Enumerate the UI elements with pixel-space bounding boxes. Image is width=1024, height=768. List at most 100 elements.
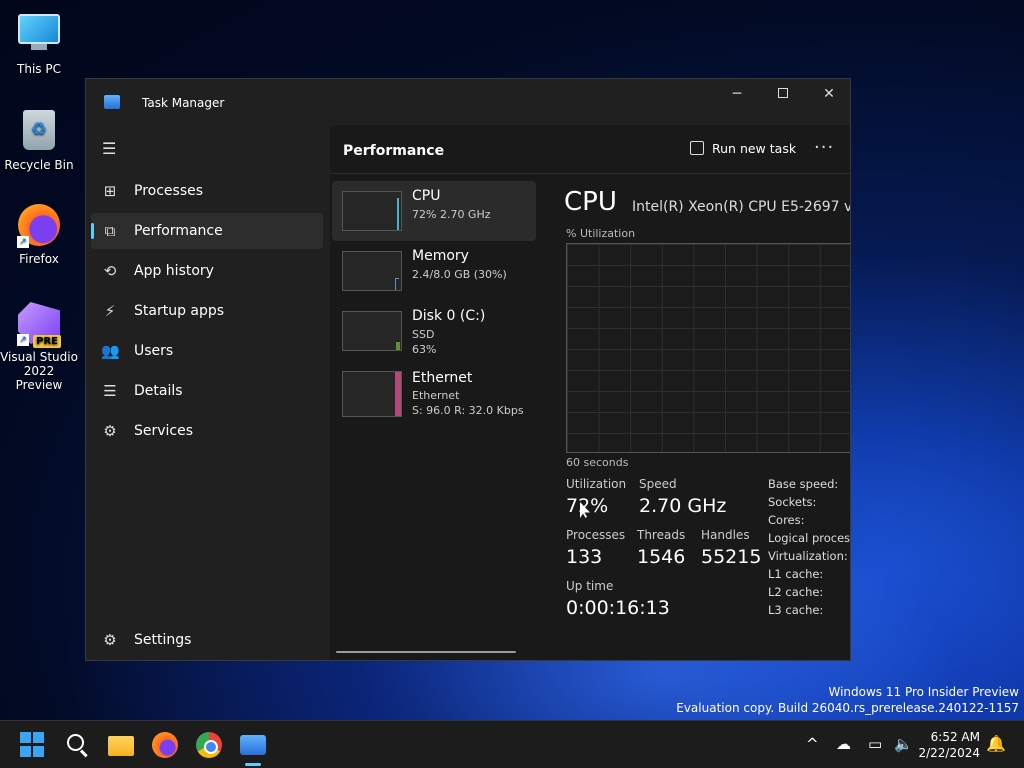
- sidebar-item-label: Performance: [134, 223, 223, 239]
- clock-time: 6:52 AM: [930, 730, 980, 744]
- active-app-indicator: [245, 763, 261, 766]
- perf-item-sub: SSD: [412, 328, 435, 341]
- threads-value: 1546: [637, 546, 686, 568]
- perf-item-name: Memory: [412, 248, 469, 264]
- perf-item-ethernet[interactable]: Ethernet Ethernet S: 96.0 R: 32.0 Kbps: [332, 367, 536, 427]
- perf-item-cpu[interactable]: CPU 72% 2.70 GHz: [332, 181, 536, 241]
- start-button-windows-icon[interactable]: [20, 732, 46, 758]
- visual-studio-icon: PRE ↗: [17, 302, 61, 348]
- speed-label: Speed: [639, 477, 677, 491]
- task-manager-taskbar-icon[interactable]: [240, 735, 266, 755]
- time-axis-label: 60 seconds: [566, 456, 629, 469]
- recycle-bin-icon: [17, 110, 61, 154]
- sidebar-item-label: Processes: [134, 183, 204, 199]
- page-title: Performance: [343, 143, 445, 159]
- onedrive-cloud-icon[interactable]: ☁: [836, 735, 851, 753]
- perf-item-disk[interactable]: Disk 0 (C:) SSD 63%: [332, 301, 536, 361]
- watermark-line-1: Windows 11 Pro Insider Preview: [828, 685, 1019, 699]
- sidebar-item-users[interactable]: 👥 Users: [91, 333, 323, 369]
- performance-icon: ⧉: [104, 222, 116, 240]
- sidebar-item-startup-apps[interactable]: ⚡ Startup apps: [91, 293, 323, 329]
- perf-item-memory[interactable]: Memory 2.4/8.0 GB (30%): [332, 241, 536, 301]
- processes-label: Processes: [566, 528, 626, 542]
- chrome-icon[interactable]: [196, 732, 222, 758]
- spec-base-speed: Base speed:: [768, 477, 839, 491]
- history-icon: ⟲: [103, 262, 117, 280]
- sidebar-item-label: Users: [134, 343, 174, 359]
- uptime-value: 0:00:16:13: [566, 597, 670, 619]
- uptime-label: Up time: [566, 579, 614, 593]
- desktop-icon-label: Recycle Bin: [4, 158, 74, 172]
- ethernet-thumbnail-graph: [342, 371, 402, 417]
- spec-logical-processors: Logical processo: [768, 531, 851, 545]
- run-new-task-label: Run new task: [712, 141, 797, 156]
- sidebar-item-performance[interactable]: ⧉ Performance: [91, 213, 323, 249]
- sidebar-item-details[interactable]: ☰ Details: [91, 373, 323, 409]
- sidebar-item-label: Startup apps: [134, 303, 225, 319]
- desktop-icon-label: This PC: [17, 62, 61, 76]
- header-divider: [330, 173, 850, 174]
- hamburger-menu-icon[interactable]: ☰: [102, 139, 118, 158]
- title-bar[interactable]: Task Manager ─ ✕: [86, 79, 850, 125]
- spec-l2-cache: L2 cache:: [768, 585, 824, 599]
- utilization-label: Utilization: [566, 477, 627, 491]
- cpu-utilization-graph: [566, 243, 850, 453]
- desktop-icon-label: Firefox: [19, 252, 59, 266]
- cpu-model-name: Intel(R) Xeon(R) CPU E5-2697 v: [632, 199, 851, 215]
- desktop-icon-firefox[interactable]: ↗ Firefox: [0, 204, 78, 266]
- horizontal-scrollbar[interactable]: [336, 651, 516, 653]
- network-icon[interactable]: ▭: [868, 735, 882, 753]
- file-explorer-icon[interactable]: [108, 736, 134, 756]
- taskbar: ^ ☁ ▭ 🔈 6:52 AM 2/22/2024 🔔: [0, 720, 1024, 768]
- minimize-button[interactable]: ─: [714, 79, 760, 109]
- speed-value: 2.70 GHz: [639, 495, 727, 517]
- spec-cores: Cores:: [768, 513, 805, 527]
- search-icon[interactable]: [65, 732, 91, 758]
- monitor-icon: [17, 14, 61, 58]
- maximize-button[interactable]: [760, 79, 806, 109]
- handles-value: 55215: [701, 546, 762, 568]
- spec-virtualization: Virtualization:: [768, 549, 848, 563]
- desktop-icon-recycle-bin[interactable]: Recycle Bin: [0, 108, 78, 172]
- handles-label: Handles: [701, 528, 750, 542]
- users-icon: 👥: [101, 342, 120, 360]
- desktop-icon-this-pc[interactable]: This PC: [0, 10, 78, 76]
- speaker-muted-icon[interactable]: 🔈: [894, 735, 913, 753]
- run-new-task-button[interactable]: Run new task: [690, 141, 796, 156]
- perf-item-name: Ethernet: [412, 370, 473, 386]
- firefox-taskbar-icon[interactable]: [152, 732, 178, 758]
- sidebar-item-label: Details: [134, 383, 183, 399]
- tray-chevron-icon[interactable]: ^: [806, 735, 819, 753]
- notification-bell-icon[interactable]: 🔔: [986, 734, 1006, 753]
- sidebar-item-settings[interactable]: ⚙ Settings: [91, 622, 323, 658]
- run-task-icon: [690, 141, 704, 155]
- task-manager-window: Task Manager ─ ✕ ☰ ⊞ Processes ⧉ Perform…: [85, 78, 851, 661]
- perf-item-sub: 63%: [412, 343, 437, 356]
- sidebar-item-label: App history: [134, 263, 214, 279]
- main-content: Performance Run new task ··· CPU 72% 2.7…: [330, 125, 851, 660]
- desktop-icon-visual-studio[interactable]: PRE ↗ Visual Studio 2022 Preview: [0, 302, 78, 392]
- task-manager-app-icon: [104, 95, 120, 109]
- system-clock[interactable]: 6:52 AM 2/22/2024: [918, 729, 980, 761]
- memory-thumb-fill: [395, 278, 399, 290]
- sidebar: ☰ ⊞ Processes ⧉ Performance ⟲ App histor…: [86, 125, 330, 660]
- details-icon: ☰: [103, 382, 117, 400]
- sidebar-item-services[interactable]: ⚙ Services: [91, 413, 323, 449]
- ethernet-thumb-fill: [395, 372, 401, 416]
- cpu-heading: CPU: [564, 187, 617, 217]
- perf-item-sub: 2.4/8.0 GB (30%): [412, 268, 507, 281]
- perf-item-sub: Ethernet: [412, 389, 460, 402]
- utilization-axis-label: % Utilization: [566, 227, 636, 240]
- perf-item-name: Disk 0 (C:): [412, 308, 486, 324]
- sidebar-item-app-history[interactable]: ⟲ App history: [91, 253, 323, 289]
- sidebar-item-processes[interactable]: ⊞ Processes: [91, 173, 323, 209]
- cpu-thumb-fill: [397, 198, 399, 230]
- settings-gear-icon: ⚙: [103, 631, 117, 649]
- maximize-icon: [778, 88, 788, 98]
- more-options-button[interactable]: ···: [814, 137, 834, 158]
- firefox-icon: ↗: [17, 204, 61, 248]
- processes-value: 133: [566, 546, 603, 568]
- close-button[interactable]: ✕: [806, 79, 850, 109]
- cpu-detail-panel: CPU Intel(R) Xeon(R) CPU E5-2697 v % Uti…: [564, 181, 851, 651]
- cpu-thumbnail-graph: [342, 191, 402, 231]
